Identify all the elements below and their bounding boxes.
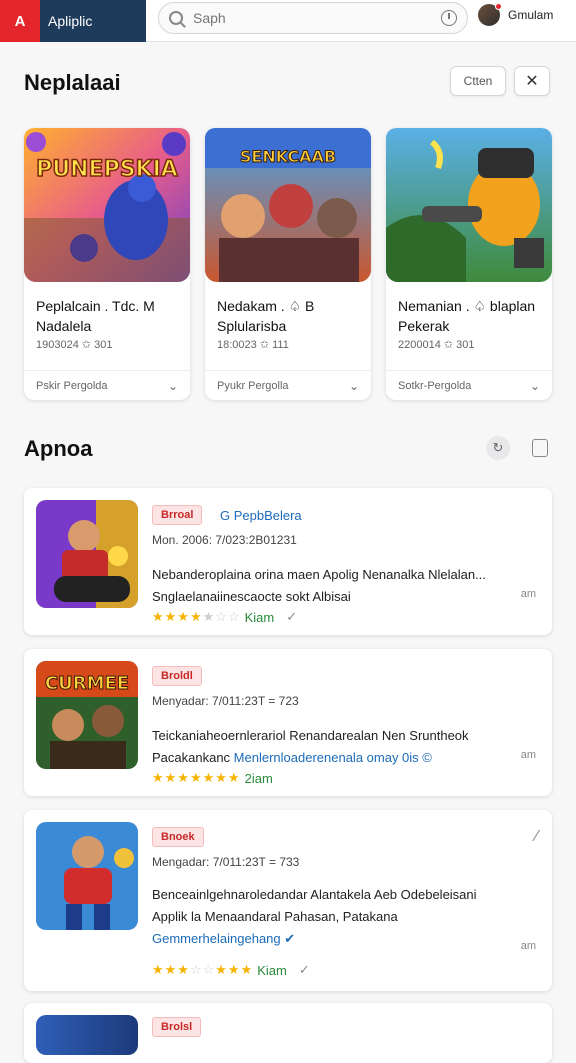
top-bar: A Apliplic Gmulam	[0, 0, 576, 42]
card-title: Peplalcain . Tdc. M Nadalela	[36, 298, 155, 334]
list-item[interactable]: Brroal G PepbBelera Mon. 2006: 7/023:2B0…	[24, 488, 552, 635]
rating-label: 2iam	[244, 770, 273, 786]
app-logo: A	[0, 0, 40, 42]
item-date: Mon. 2006: 7/023:2B01231	[152, 533, 297, 547]
card-meta: 1903024 ✩ 301	[36, 339, 113, 351]
game-cover-image[interactable]: SENKCAAB	[205, 128, 371, 282]
search-input[interactable]	[193, 10, 441, 26]
item-description: Nebanderoplaina orina maen Apolig Nenana…	[152, 567, 486, 604]
edit-pen-icon[interactable]: ⁄	[535, 828, 538, 846]
star-rating: ★★★★★☆☆	[152, 609, 241, 624]
status-badge: Broldl	[152, 666, 202, 686]
list-section-title: Apnoa	[24, 436, 93, 461]
card-footer[interactable]: Pyukr Pergolla ⌄	[205, 370, 371, 400]
item-date: Mengadar: 7/011:23T = 733	[152, 855, 300, 869]
chevron-down-icon[interactable]: ⌄	[530, 379, 540, 393]
featured-card[interactable]: SENKCAAB Nedakam . ♤ B Splularisba 18:00…	[205, 128, 371, 400]
rating-label: Kiam	[257, 962, 287, 978]
refresh-icon[interactable]: ↻	[486, 436, 510, 460]
card-meta: 2200014 ✩ 301	[398, 339, 475, 351]
item-side-meta: am	[520, 940, 536, 952]
chevron-down-icon[interactable]: ⌄	[168, 379, 178, 393]
card-meta: 18:0023 ✩ 111	[217, 339, 289, 351]
rating: ★★★☆☆★★★ Kiam ✓	[152, 962, 310, 978]
game-cover-image[interactable]	[386, 128, 552, 282]
list-item[interactable]: CURMEE Broldl Menyadar: 7/011:23T = 723 …	[24, 649, 552, 796]
item-link[interactable]: Menlernloaderenenala omay 0is ©	[234, 750, 432, 765]
rating: ★★★★★☆☆ Kiam ✓	[152, 609, 297, 625]
check-icon: ✓	[286, 609, 298, 624]
status-badge: Brolsl	[152, 1017, 202, 1037]
card-title: Nemanian . ♤ blaplan Pekerak	[398, 298, 536, 334]
featured-card[interactable]: PUNEPSKIA Peplalcain . Tdc. M Nadalela 1…	[24, 128, 190, 400]
brand[interactable]: A Apliplic	[0, 0, 146, 42]
user-name: Gmulam	[508, 8, 554, 22]
item-description: Benceainlgehnaroledandar Alantakela Aeb …	[152, 884, 512, 950]
thumbnail-art-text: CURMEE	[45, 673, 129, 694]
chevron-down-icon[interactable]: ⌄	[349, 379, 359, 393]
search-icon	[169, 11, 183, 25]
featured-card[interactable]: Nemanian . ♤ blaplan Pekerak 2200014 ✩ 3…	[386, 128, 552, 400]
close-button[interactable]: ✕	[514, 66, 550, 96]
avatar[interactable]	[478, 3, 502, 26]
star-rating: ★★★★★★★	[152, 770, 241, 785]
rating-label: Kiam	[244, 609, 275, 625]
history-clock-icon[interactable]	[441, 10, 457, 26]
item-date: Menyadar: 7/011:23T = 723	[152, 694, 299, 708]
card-footer-label: Pskir Pergolda	[36, 379, 108, 392]
game-thumbnail[interactable]: CURMEE	[36, 661, 138, 769]
rating: ★★★★★★★ 2iam	[152, 770, 273, 786]
user-menu[interactable]: Gmulam	[478, 3, 554, 26]
close-icon: ✕	[525, 73, 539, 90]
cover-art-text: SENKCAAB	[240, 147, 336, 166]
item-link[interactable]: Gemmerhelaingehang ✔	[152, 928, 512, 950]
featured-section-title: Neplalaai	[24, 70, 121, 95]
notification-dot	[495, 3, 502, 10]
list-item[interactable]: Brolsl	[24, 1003, 552, 1063]
card-footer-label: Pyukr Pergolla	[217, 379, 289, 392]
card-title: Nedakam . ♤ B Splularisba	[217, 298, 315, 334]
search-bar[interactable]	[158, 2, 468, 34]
check-icon: ✓	[298, 962, 310, 977]
cover-art-text: PUNEPSKIA	[36, 157, 178, 182]
game-thumbnail[interactable]	[36, 822, 138, 930]
card-footer-label: Sotkr-Pergolda	[398, 379, 472, 392]
item-side-meta: am	[520, 588, 536, 600]
category-label[interactable]: G PepbBelera	[220, 508, 302, 523]
card-footer[interactable]: Sotkr-Pergolda ⌄	[386, 370, 552, 400]
clipboard-icon[interactable]	[528, 436, 552, 460]
game-thumbnail[interactable]	[36, 500, 138, 608]
status-badge: Bnoek	[152, 827, 204, 847]
item-side-meta: am	[520, 749, 536, 761]
card-footer[interactable]: Pskir Pergolda ⌄	[24, 370, 190, 400]
game-thumbnail[interactable]	[36, 1015, 138, 1055]
game-cover-image[interactable]: PUNEPSKIA	[24, 128, 190, 282]
list-item[interactable]: Bnoek ⁄ Mengadar: 7/011:23T = 733 Bencea…	[24, 810, 552, 991]
status-badge: Brroal	[152, 505, 203, 525]
item-description: Teickaniaheoernlerariol Renandarealan Ne…	[152, 728, 469, 765]
star-rating: ★★★☆☆★★★	[152, 962, 254, 977]
featured-action-button[interactable]: Ctten	[450, 66, 506, 96]
app-name: Apliplic	[48, 13, 93, 29]
